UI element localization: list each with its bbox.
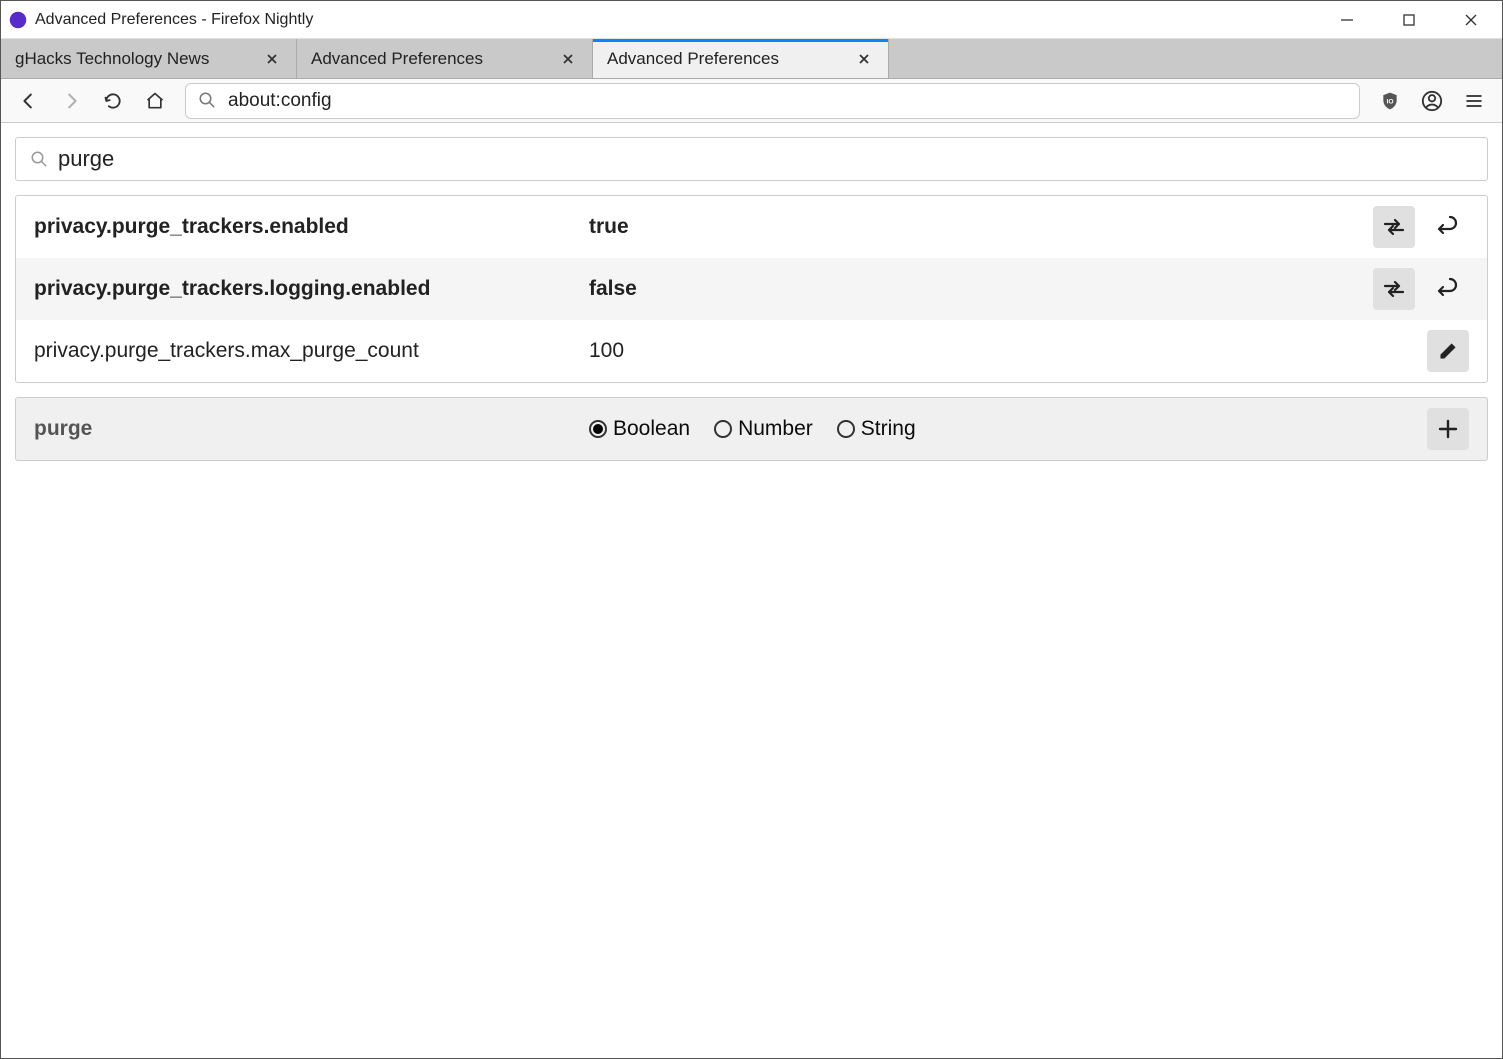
pref-row[interactable]: privacy.purge_trackers.enabled true: [16, 196, 1487, 258]
toggle-button[interactable]: [1373, 206, 1415, 248]
shield-icon[interactable]: IO: [1372, 83, 1408, 119]
window-controls: [1316, 1, 1502, 38]
radio-icon: [589, 420, 607, 438]
tab-advanced-preferences-1[interactable]: Advanced Preferences: [297, 39, 593, 78]
window-titlebar: Advanced Preferences - Firefox Nightly: [1, 1, 1502, 39]
pref-name: privacy.purge_trackers.max_purge_count: [34, 339, 589, 363]
menu-button[interactable]: [1456, 83, 1492, 119]
tab-advanced-preferences-2[interactable]: Advanced Preferences: [593, 39, 889, 78]
reset-button[interactable]: [1427, 206, 1469, 248]
search-icon: [30, 150, 48, 168]
tab-ghacks[interactable]: gHacks Technology News: [1, 39, 297, 78]
edit-button[interactable]: [1427, 330, 1469, 372]
pref-value: true: [589, 215, 1373, 239]
pref-value: 100: [589, 339, 1427, 363]
add-pref-row: purge Boolean Number String: [15, 397, 1488, 461]
pref-name: privacy.purge_trackers.enabled: [34, 215, 589, 239]
type-label: Boolean: [613, 417, 690, 441]
home-button[interactable]: [137, 83, 173, 119]
config-content: privacy.purge_trackers.enabled true priv…: [1, 123, 1502, 475]
type-label: Number: [738, 417, 813, 441]
search-icon: [198, 91, 218, 111]
nav-toolbar: about:config IO: [1, 79, 1502, 123]
pref-row[interactable]: privacy.purge_trackers.max_purge_count 1…: [16, 320, 1487, 382]
pref-value: false: [589, 277, 1373, 301]
forward-button[interactable]: [53, 83, 89, 119]
svg-text:IO: IO: [1386, 98, 1393, 105]
firefox-nightly-icon: [9, 11, 27, 29]
url-bar[interactable]: about:config: [185, 83, 1360, 119]
pref-actions: [1373, 268, 1469, 310]
url-text: about:config: [228, 90, 332, 112]
tab-close-icon[interactable]: [558, 49, 578, 69]
close-button[interactable]: [1440, 1, 1502, 38]
pref-row[interactable]: privacy.purge_trackers.logging.enabled f…: [16, 258, 1487, 320]
type-label: String: [861, 417, 916, 441]
tabstrip: gHacks Technology News Advanced Preferen…: [1, 39, 1502, 79]
new-pref-name: purge: [34, 417, 589, 441]
tab-label: Advanced Preferences: [607, 49, 854, 69]
tab-close-icon[interactable]: [262, 49, 282, 69]
pref-table: privacy.purge_trackers.enabled true priv…: [15, 195, 1488, 383]
tab-label: Advanced Preferences: [311, 49, 558, 69]
pref-search-input[interactable]: [58, 146, 1473, 172]
type-string[interactable]: String: [837, 417, 916, 441]
add-actions: [1427, 408, 1469, 450]
reload-button[interactable]: [95, 83, 131, 119]
pref-search-box[interactable]: [15, 137, 1488, 181]
toggle-button[interactable]: [1373, 268, 1415, 310]
pref-actions: [1427, 330, 1469, 372]
reset-button[interactable]: [1427, 268, 1469, 310]
tab-label: gHacks Technology News: [15, 49, 262, 69]
type-options: Boolean Number String: [589, 417, 1427, 441]
minimize-button[interactable]: [1316, 1, 1378, 38]
window-title: Advanced Preferences - Firefox Nightly: [35, 11, 1316, 29]
pref-name: privacy.purge_trackers.logging.enabled: [34, 277, 589, 301]
add-button[interactable]: [1427, 408, 1469, 450]
account-icon[interactable]: [1414, 83, 1450, 119]
radio-icon: [714, 420, 732, 438]
maximize-button[interactable]: [1378, 1, 1440, 38]
pref-actions: [1373, 206, 1469, 248]
back-button[interactable]: [11, 83, 47, 119]
type-number[interactable]: Number: [714, 417, 813, 441]
tab-close-icon[interactable]: [854, 49, 874, 69]
radio-icon: [837, 420, 855, 438]
type-boolean[interactable]: Boolean: [589, 417, 690, 441]
